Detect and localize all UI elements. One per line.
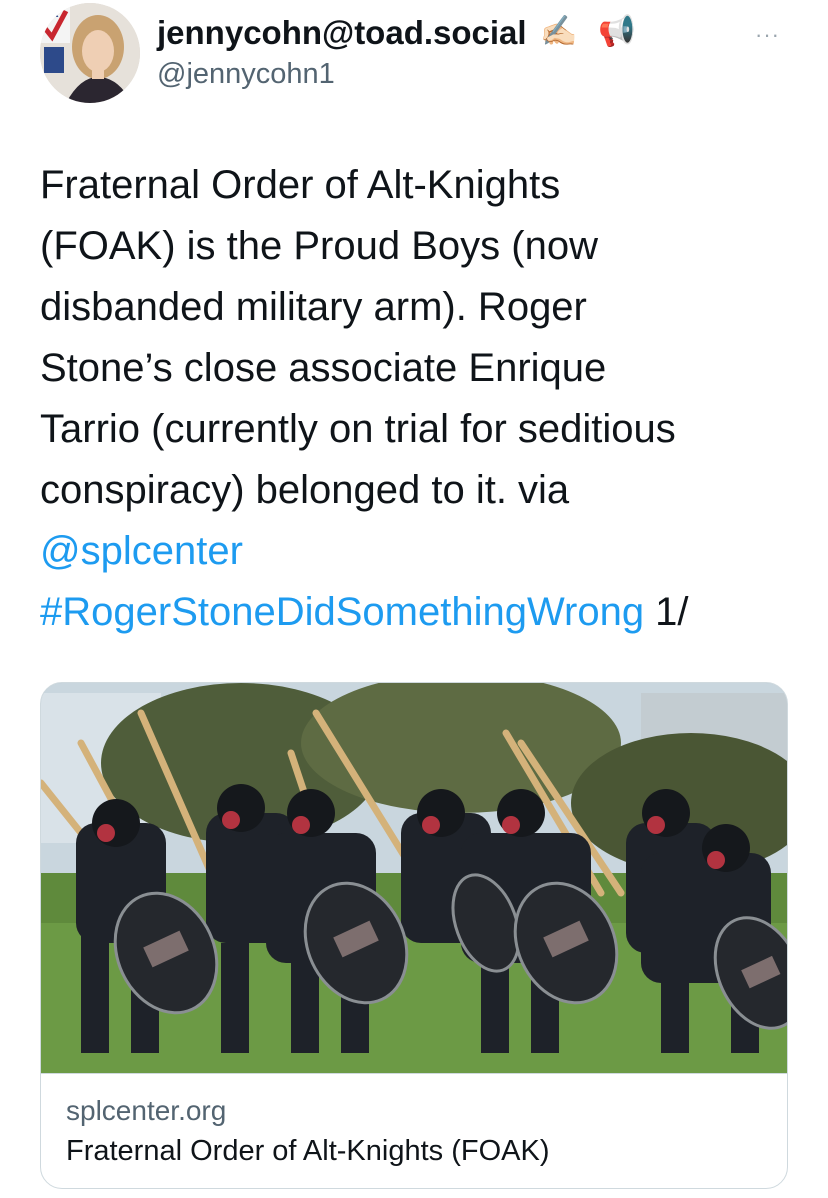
- tweet-text: Fraternal Order of Alt-Knights (FOAK) is…: [40, 155, 800, 643]
- card-title[interactable]: Fraternal Order of Alt-Knights (FOAK): [66, 1135, 549, 1168]
- avatar-photo-icon: PR: [40, 3, 140, 103]
- hashtag-link[interactable]: #RogerStoneDidSomethingWrong: [40, 590, 644, 634]
- tweet-text-line: (FOAK) is the Proud Boys (now: [40, 224, 598, 268]
- megaphone-icon: 📢: [598, 15, 636, 48]
- user-handle[interactable]: @jennycohn1: [157, 58, 335, 91]
- card-domain: splcenter.org: [66, 1095, 227, 1126]
- svg-text:PR: PR: [42, 6, 59, 20]
- tweet-text-line: conspiracy) belonged to it. via: [40, 468, 570, 512]
- card-photo-icon: [41, 683, 787, 1073]
- writing-hand-icon: ✍🏻: [540, 15, 578, 48]
- more-options-icon[interactable]: ···: [755, 22, 780, 48]
- tweet-text-line: Tarrio (currently on trial for seditious: [40, 407, 676, 451]
- mention-link[interactable]: @splcenter: [40, 529, 243, 573]
- avatar[interactable]: PR: [40, 3, 140, 103]
- tweet-text-line: Fraternal Order of Alt-Knights: [40, 163, 561, 207]
- link-card[interactable]: splcenter.org Fraternal Order of Alt-Kni…: [40, 682, 788, 1189]
- display-name[interactable]: jennycohn@toad.social: [157, 14, 527, 52]
- thread-number: 1/: [644, 590, 689, 634]
- tweet-text-line: disbanded military arm). Roger: [40, 285, 587, 329]
- tweet-text-line: Stone’s close associate Enrique: [40, 346, 607, 390]
- card-divider: [41, 1073, 787, 1074]
